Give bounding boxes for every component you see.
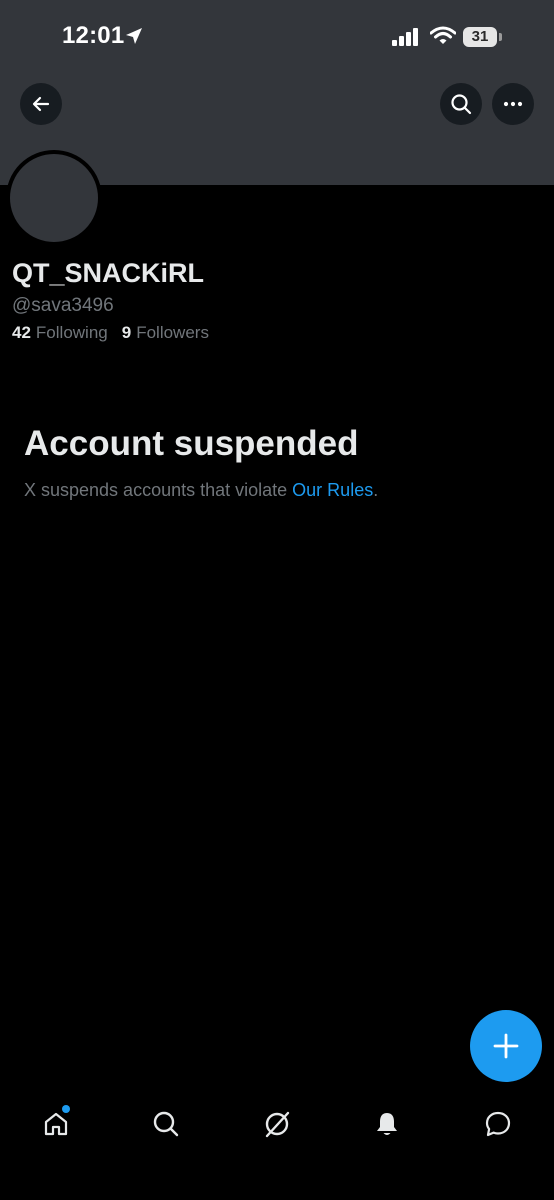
battery-indicator: 31 (463, 27, 502, 47)
nav-home[interactable] (36, 1104, 76, 1144)
more-horizontal-icon (503, 101, 523, 107)
arrow-left-icon (32, 96, 50, 112)
suspension-description: X suspends accounts that violate Our Rul… (24, 480, 378, 501)
notifications-bell-icon (377, 1113, 397, 1135)
battery-tip (499, 33, 502, 41)
home-icon (44, 1112, 68, 1136)
compose-post-button[interactable] (470, 1010, 542, 1082)
search-icon (451, 94, 472, 115)
following-link[interactable]: 42 Following (12, 323, 108, 343)
messages-icon (485, 1111, 511, 1137)
suspension-title: Account suspended (24, 424, 359, 463)
plus-icon (493, 1033, 519, 1059)
grok-icon (265, 1111, 290, 1138)
status-bar: 12:01 31 (0, 0, 554, 76)
nav-notifications[interactable] (367, 1104, 407, 1144)
nav-search[interactable] (146, 1104, 186, 1144)
following-count: 42 (12, 323, 31, 342)
our-rules-link[interactable]: Our Rules (292, 480, 373, 500)
display-name: QT_SNACKiRL (12, 258, 205, 288)
following-label: Following (35, 323, 108, 342)
battery-level: 31 (471, 28, 489, 45)
more-options-button[interactable] (492, 83, 534, 125)
followers-link[interactable]: 9 Followers (122, 323, 209, 343)
back-button[interactable] (20, 83, 62, 125)
nav-messages[interactable] (478, 1104, 518, 1144)
cellular-signal-icon (392, 28, 420, 51)
followers-count: 9 (121, 323, 132, 342)
location-arrow-icon (124, 26, 144, 51)
username-handle: @sava3496 (12, 295, 114, 316)
search-icon (153, 1111, 179, 1137)
search-button[interactable] (440, 83, 482, 125)
suspension-text-end: . (373, 480, 379, 500)
suspension-text: X suspends accounts that violate (24, 480, 293, 500)
avatar[interactable] (6, 150, 102, 246)
nav-grok[interactable] (257, 1104, 297, 1144)
followers-label: Followers (136, 323, 209, 342)
home-notification-dot (62, 1105, 70, 1113)
wifi-icon (429, 26, 457, 51)
follow-stats: 42 Following 9 Followers (12, 323, 209, 343)
status-time: 12:01 (62, 22, 125, 49)
bottom-navigation (0, 1096, 554, 1156)
